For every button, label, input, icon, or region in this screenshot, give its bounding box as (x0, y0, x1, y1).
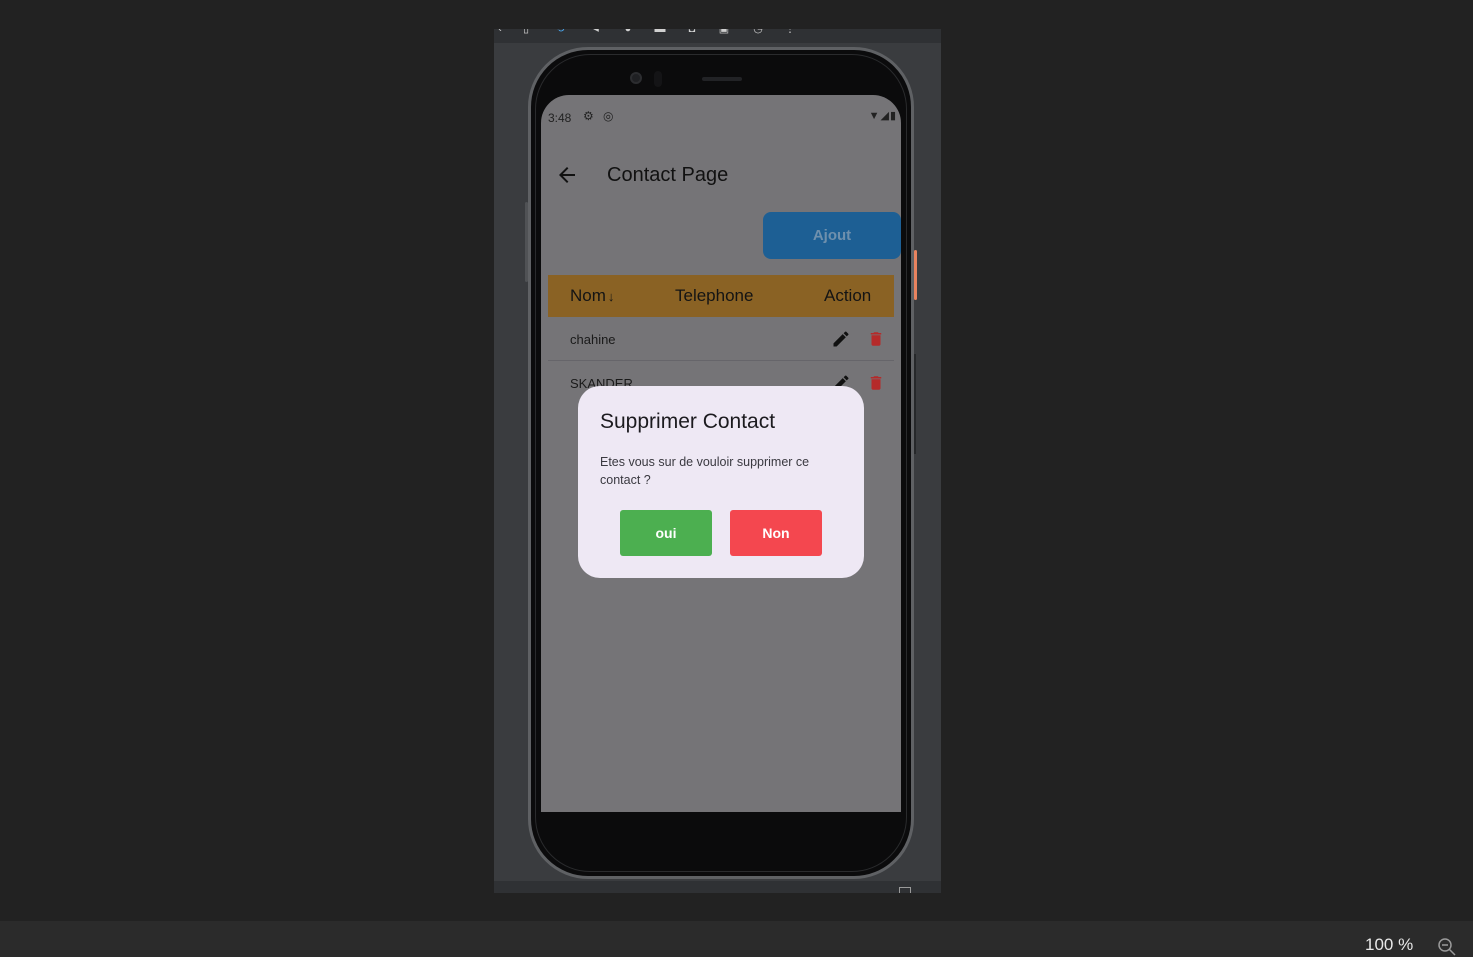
device-toolbar-icon[interactable]: ▯ (520, 29, 532, 35)
record-toolbar-icon[interactable]: ▣ (718, 29, 730, 35)
confirm-no-button[interactable]: Non (730, 510, 822, 556)
volume-toolbar-icon[interactable]: ◂ (590, 29, 602, 35)
dialog-title: Supprimer Contact (600, 410, 776, 433)
emulator-side-line (914, 354, 916, 454)
column-label-nom: Nom (570, 286, 606, 305)
emulator-toolbar: ‹ ▯ ⟲ ◂ ● ▬ ◘ ▣ ◷ ⋮ (494, 29, 941, 43)
proximity-sensor (654, 71, 662, 87)
history-toolbar-icon[interactable]: ◷ (752, 29, 764, 35)
gear-icon: ⚙ (583, 109, 594, 123)
back-toolbar-icon[interactable]: ‹ (494, 29, 506, 35)
sort-down-icon[interactable]: ↓ (608, 289, 615, 304)
camera-toolbar-icon[interactable]: ◘ (686, 29, 698, 35)
edit-icon[interactable] (831, 329, 851, 349)
more-toolbar-icon[interactable]: ⋮ (784, 29, 796, 35)
contact-name: chahine (570, 332, 616, 347)
column-header-nom[interactable]: Nom ↓ (570, 286, 614, 306)
status-bar: 3:48 ⚙ ◎ ▼◢▮ (541, 107, 901, 127)
table-header: Nom ↓ Telephone Action (548, 275, 894, 317)
window-mini-icon[interactable] (899, 887, 911, 893)
zoom-level: 100 % (1365, 935, 1414, 954)
dialog-message: Etes vous sur de vouloir supprimer ce co… (600, 455, 810, 487)
status-time: 3:48 (548, 111, 572, 125)
home-toolbar-icon[interactable]: ▬ (654, 29, 666, 35)
earpiece-speaker (702, 77, 742, 81)
wifi-signal-battery-icon: ▼◢▮ (868, 110, 897, 122)
app-bar: Contact Page (541, 155, 901, 199)
column-header-action: Action (824, 286, 872, 305)
delete-icon[interactable] (867, 373, 885, 393)
delete-icon[interactable] (867, 329, 885, 349)
front-camera-icon (630, 72, 642, 84)
at-icon: ◎ (603, 109, 614, 123)
emulator-bottom-strip (494, 881, 941, 893)
back-arrow-icon[interactable] (555, 163, 579, 187)
column-header-telephone: Telephone (675, 286, 754, 305)
delete-confirm-dialog: Supprimer Contact Etes vous sur de voulo… (578, 386, 864, 578)
rotate-toolbar-icon[interactable]: ⟲ (554, 29, 566, 35)
power-toolbar-icon[interactable]: ● (622, 29, 634, 35)
page-title: Contact Page (607, 164, 729, 186)
emulator-scroll-accent[interactable] (914, 250, 917, 300)
add-contact-button[interactable]: Ajout (763, 212, 901, 259)
zoom-out-icon[interactable] (1437, 937, 1457, 957)
ide-status-bar: 100 % (0, 921, 1473, 957)
table-row: chahine (548, 317, 894, 361)
confirm-yes-button[interactable]: oui (620, 510, 712, 556)
